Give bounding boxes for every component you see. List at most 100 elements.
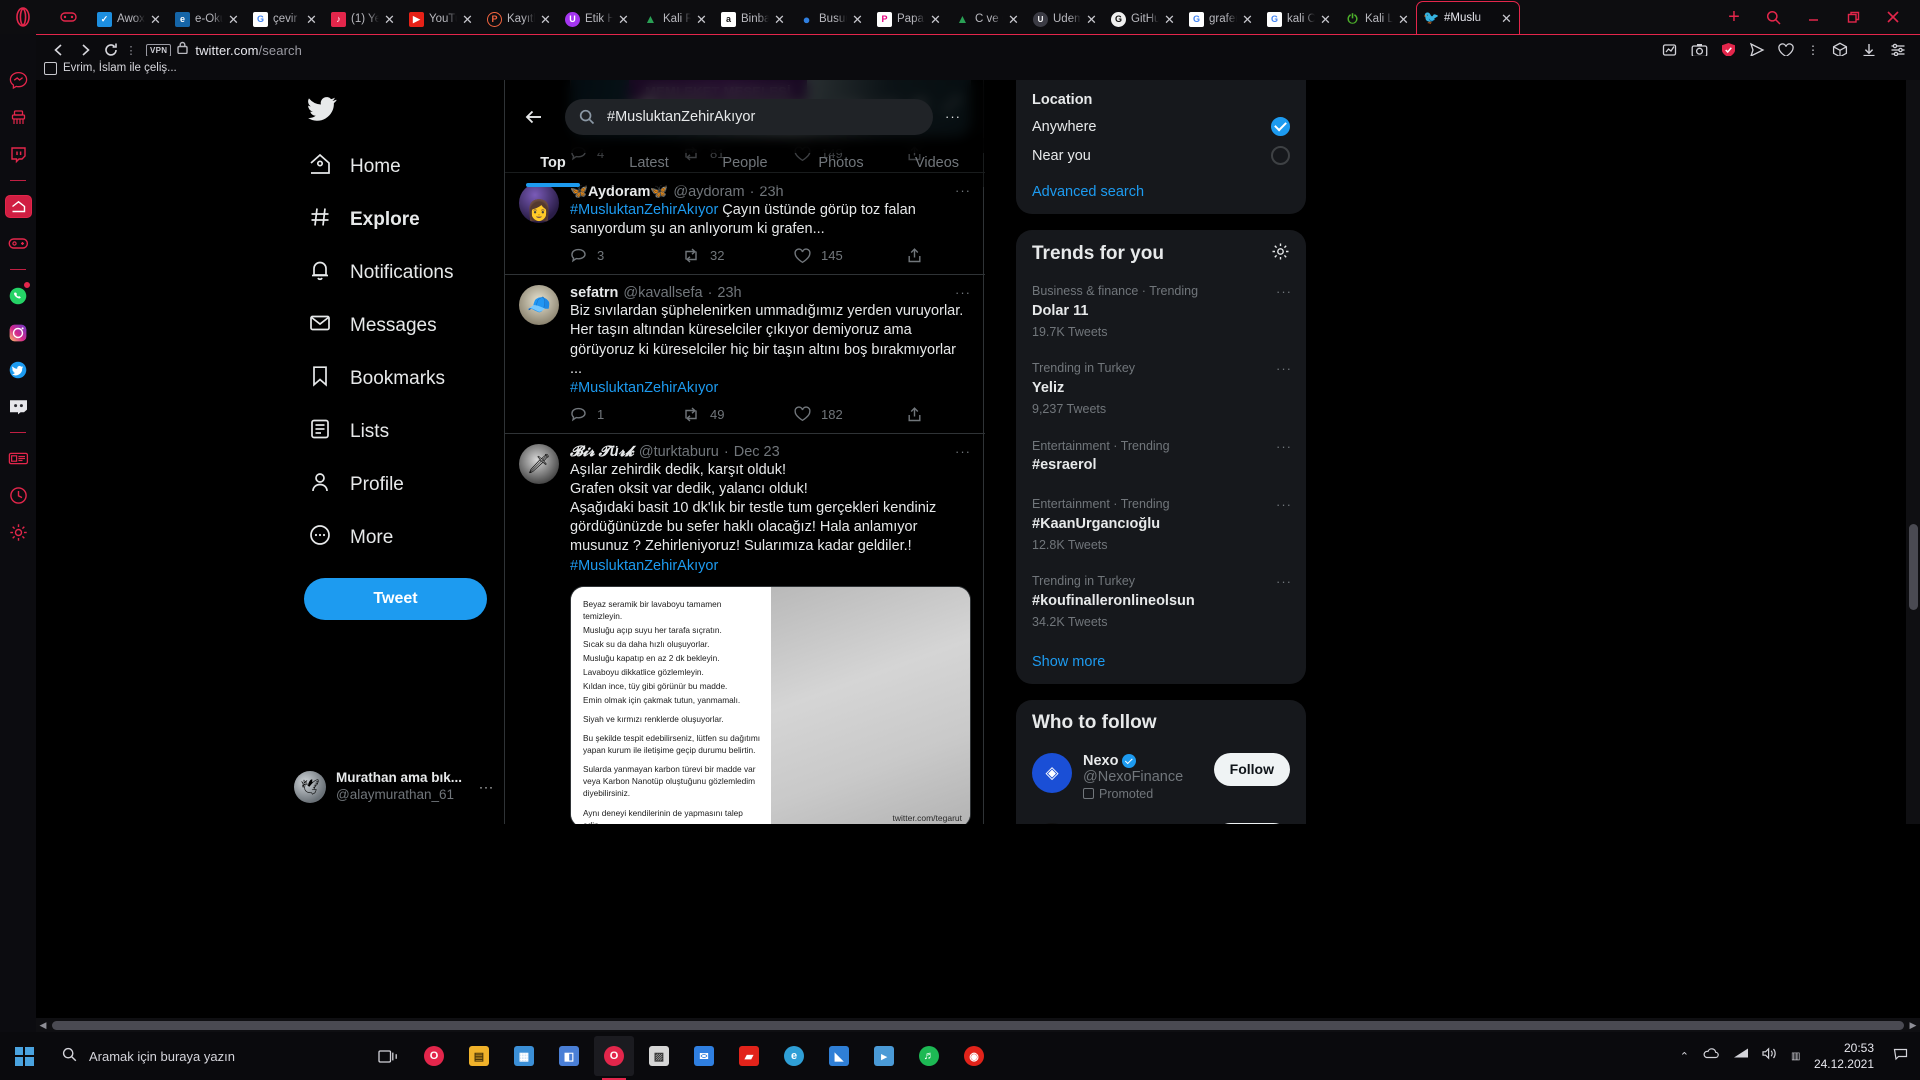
gear-icon[interactable] [1271, 242, 1290, 266]
close-icon[interactable]: ✕ [540, 13, 554, 26]
close-icon[interactable]: ✕ [228, 13, 242, 26]
sidebar-item-home[interactable] [0, 188, 36, 225]
scrollbar-thumb[interactable] [1909, 524, 1918, 610]
sidebar-item-more[interactable]: More [288, 511, 504, 564]
discord-icon[interactable] [0, 388, 36, 425]
edge-icon[interactable]: e [774, 1036, 814, 1076]
chrome-red-icon[interactable]: ◉ [954, 1036, 994, 1076]
tab-udemy[interactable]: U Udemy ✕ [1026, 4, 1104, 34]
close-icon[interactable]: ✕ [384, 13, 398, 26]
trend-menu-icon[interactable]: ··· [1276, 497, 1292, 512]
new-tab-button[interactable]: + [1714, 0, 1754, 34]
sidebar-item-profile[interactable]: Profile [288, 458, 504, 511]
close-icon[interactable]: ✕ [1320, 13, 1334, 26]
close-icon[interactable]: ✕ [618, 13, 632, 26]
tweet-row[interactable]: 🗡 𝓑𝓲𝓻 𝓣ü𝓻𝓴 @turktaburu · Dec 23 Aşılar z… [505, 434, 985, 824]
tab-youtube[interactable]: ▶ YouTub ✕ [402, 4, 480, 34]
like-action[interactable]: 145 [794, 248, 906, 264]
radio-selected-icon[interactable] [1271, 117, 1290, 136]
back-arrow-icon[interactable] [517, 100, 551, 134]
close-icon[interactable]: ✕ [1242, 13, 1256, 26]
tab-eokul[interactable]: e e-Okul ✕ [168, 4, 246, 34]
photos-icon[interactable]: ▨ [639, 1036, 679, 1076]
scroll-right-arrow-icon[interactable]: ▶ [1906, 1020, 1920, 1031]
instagram-icon[interactable] [0, 314, 36, 351]
restore-icon[interactable] [1834, 0, 1872, 34]
scroll-left-arrow-icon[interactable]: ◀ [36, 1020, 50, 1031]
tab-cevir[interactable]: G çevir - ✕ [246, 4, 324, 34]
radio-icon[interactable] [1271, 146, 1290, 165]
vpn-badge[interactable]: VPN [146, 43, 172, 57]
tab-tiktok[interactable]: ♪ (1) Yen ✕ [324, 4, 402, 34]
tab-awox[interactable]: ✓ Awox V ✕ [90, 4, 168, 34]
minimize-icon[interactable] [1794, 0, 1832, 34]
tweet-row[interactable]: 👩 🦋Aydoram🦋 @aydoram · 23h #MusluktanZeh… [505, 173, 985, 276]
settings-icon[interactable] [0, 514, 36, 551]
tab-musluktan-zehir-akiyor[interactable]: 🐦 #Muslu ✕ [1416, 1, 1520, 34]
close-icon[interactable]: ✕ [774, 13, 788, 26]
opera-icon[interactable]: O [414, 1036, 454, 1076]
tab-binbas[interactable]: a Binbaş ✕ [714, 4, 792, 34]
windows-start-icon[interactable] [0, 1032, 48, 1080]
pinned-tab-gamepad[interactable] [46, 0, 90, 34]
trend-item[interactable]: Entertainment · Trending #KaanUrgancıoğl… [1016, 487, 1306, 564]
filter-row-anywhere[interactable]: Anywhere [1016, 112, 1306, 141]
trend-item[interactable]: Trending in Turkey #koufinalleronlineols… [1016, 564, 1306, 641]
twitch-icon[interactable] [0, 136, 36, 173]
reply-action[interactable]: 1 [570, 406, 682, 423]
onedrive-icon[interactable] [1702, 1047, 1720, 1065]
lang-icon[interactable]: ▥ [1791, 1051, 1801, 1062]
tab-busuu[interactable]: ● Busuu ✕ [792, 4, 870, 34]
spotify-icon[interactable]: ♬ [909, 1036, 949, 1076]
share-action[interactable] [906, 247, 923, 264]
pdf-icon[interactable]: ▰ [729, 1036, 769, 1076]
tab-kayitli[interactable]: P Kayıtlı ✕ [480, 4, 558, 34]
sidebar-item-notifications[interactable]: Notifications [288, 246, 504, 299]
avatar[interactable]: 👩 [519, 183, 559, 223]
chevron-up-icon[interactable]: ⌃ [1680, 1050, 1689, 1063]
sidebar-item-explore[interactable]: Explore [288, 193, 504, 246]
taskbar-search-input[interactable]: Aramak için buraya yazın [48, 1032, 368, 1080]
bookmark-item[interactable]: Evrim, İslam ile çeliş... [44, 61, 177, 75]
account-switcher[interactable]: 🕊 Murathan ama bık... @alaymurathan_61 ·… [294, 770, 494, 804]
notify-icon[interactable] [1893, 1046, 1908, 1066]
opera-gx-icon[interactable]: O [594, 1036, 634, 1080]
trend-menu-icon[interactable]: ··· [1276, 361, 1292, 376]
like-action[interactable]: 182 [794, 406, 906, 422]
search-input[interactable]: #MusluktanZehirAkıyor [565, 98, 933, 135]
avatar[interactable]: 🗡 [519, 443, 559, 484]
close-icon[interactable]: ✕ [1164, 13, 1178, 26]
trend-item[interactable]: Entertainment · Trending #esraerol ··· [1016, 429, 1306, 488]
advanced-search-link[interactable]: Advanced search [1016, 170, 1306, 202]
tab-kali-linux[interactable]: ⏻ Kali Lin ✕ [1338, 4, 1416, 34]
close-icon[interactable]: ✕ [462, 13, 476, 26]
twitter-icon[interactable] [0, 351, 36, 388]
reply-action[interactable]: 3 [570, 247, 682, 264]
close-icon[interactable]: ✕ [852, 13, 866, 26]
suggested-user-row[interactable]: B·R Bleacher Report @BleacherReport Foll… [1016, 812, 1306, 824]
dots-icon[interactable]: ⋮ [1807, 43, 1819, 57]
tweet-hashtag[interactable]: #MusluktanZehirAkıyor [570, 202, 718, 218]
tweet-hashtag[interactable]: #MusluktanZehirAkıyor [570, 380, 718, 396]
follow-button[interactable]: Follow [1213, 822, 1290, 824]
tab-etik-hack[interactable]: U Etik Ha ✕ [558, 4, 636, 34]
tweet-menu-icon[interactable]: ··· [955, 285, 971, 300]
messenger-icon[interactable] [0, 62, 36, 99]
scrollbar-thumb[interactable] [52, 1020, 1904, 1030]
close-icon[interactable]: ✕ [930, 13, 944, 26]
tab-search-icon[interactable] [1754, 0, 1792, 34]
close-icon[interactable]: ✕ [1008, 13, 1022, 26]
tweet-image[interactable]: Beyaz seramik bir lavaboyu tamamen temiz… [570, 585, 971, 824]
trend-menu-icon[interactable]: ··· [1276, 574, 1292, 589]
close-icon[interactable]: ✕ [1398, 13, 1412, 26]
tweet-button[interactable]: Tweet [304, 578, 487, 620]
close-icon[interactable]: ✕ [1086, 13, 1100, 26]
trend-menu-icon[interactable]: ··· [1276, 439, 1292, 454]
account-menu-icon[interactable]: ··· [479, 780, 494, 794]
sidebar-item-bookmarks[interactable]: Bookmarks [288, 352, 504, 405]
tweet-hashtag[interactable]: #MusluktanZehirAkıyor [570, 558, 718, 574]
tab-kali-co[interactable]: G kali Co ✕ [1260, 4, 1338, 34]
tab-c-ve-c[interactable]: ▲ C ve C ✕ [948, 4, 1026, 34]
trend-item[interactable]: Trending in Turkey Yeliz 9,237 Tweets ··… [1016, 351, 1306, 428]
gamepad-icon[interactable] [0, 225, 36, 262]
